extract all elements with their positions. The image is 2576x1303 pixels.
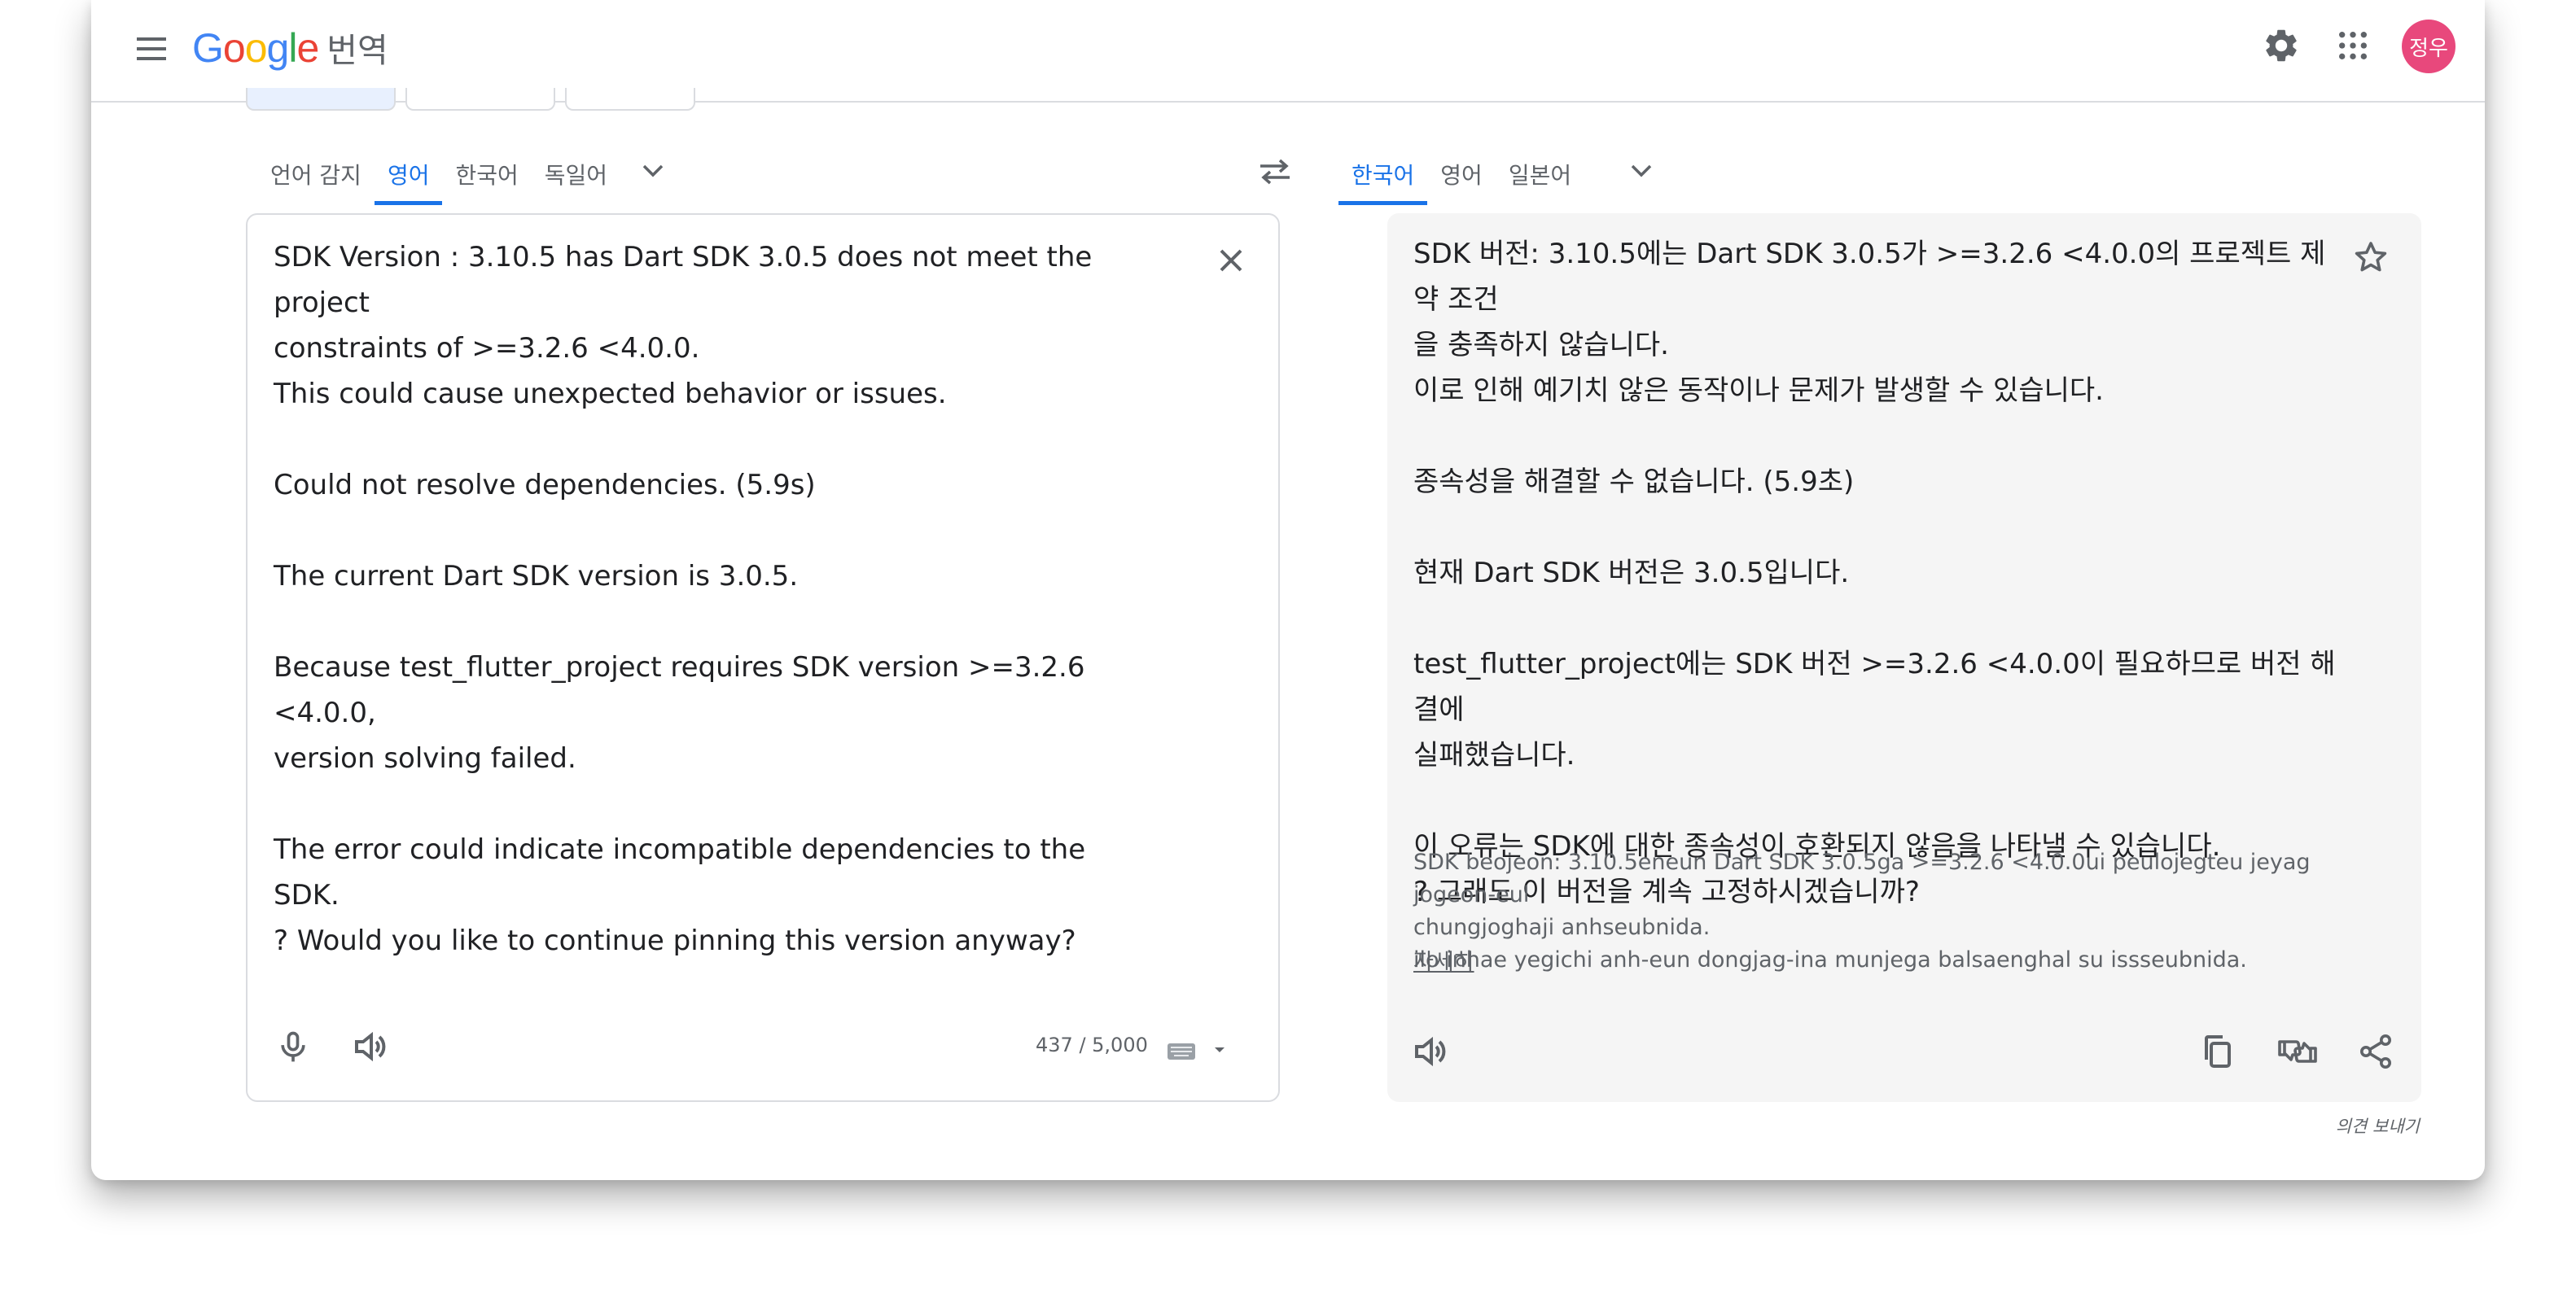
google-logo: Google [192, 25, 319, 71]
tab-source-english[interactable]: 영어 [374, 146, 443, 205]
mode-button-text[interactable] [246, 88, 396, 111]
tab-detect-language[interactable]: 언어 감지 [257, 146, 375, 200]
tab-source-korean[interactable]: 한국어 [442, 146, 531, 200]
character-count: 437 / 5,000 [1036, 1034, 1148, 1056]
tab-source-german[interactable]: 독일어 [532, 146, 620, 200]
keyboard-icon[interactable] [1166, 1037, 1231, 1061]
google-translate-logo[interactable]: Google 번역 [192, 23, 388, 75]
translate-window: Google 번역 정우 언어 감지 영어 한국어 독일어 한국어 영어 일본어… [91, 0, 2485, 1180]
swap-languages-icon[interactable] [1252, 151, 1298, 192]
share-icon[interactable] [2356, 1032, 2395, 1071]
speaker-icon[interactable] [1412, 1032, 1451, 1071]
source-text-panel: SDK Version : 3.10.5 has Dart SDK 3.0.5 … [246, 213, 1280, 1102]
chevron-down-icon[interactable] [1617, 146, 1666, 195]
tab-target-english[interactable]: 영어 [1427, 146, 1496, 200]
copy-icon[interactable] [2198, 1032, 2237, 1071]
star-icon[interactable] [2351, 238, 2390, 277]
mode-button-image[interactable] [405, 88, 555, 111]
translation-text: SDK 버전: 3.10.5에는 Dart SDK 3.0.5가 >=3.2.6… [1413, 238, 2336, 908]
avatar[interactable]: 정우 [2402, 20, 2456, 73]
speaker-icon[interactable] [352, 1029, 391, 1065]
tab-target-japanese[interactable]: 일본어 [1496, 146, 1584, 200]
source-language-bar: 언어 감지 영어 한국어 독일어 [257, 146, 677, 213]
send-feedback-link[interactable]: 의견 보내기 [2257, 1113, 2420, 1138]
romanization-text: SDK beojeon: 3.10.5eneun Dart SDK 3.0.5g… [1413, 850, 2311, 973]
rate-translation-icon[interactable] [2276, 1032, 2317, 1071]
apps-grid-icon[interactable] [2330, 23, 2376, 68]
menu-icon[interactable] [134, 33, 169, 65]
gear-icon[interactable] [2258, 23, 2304, 68]
product-name: 번역 [326, 31, 388, 70]
translation-panel: SDK 버전: 3.10.5에는 Dart SDK 3.0.5가 >=3.2.6… [1387, 213, 2421, 1102]
target-language-bar: 한국어 영어 일본어 [1338, 146, 1666, 213]
source-textarea[interactable]: SDK Version : 3.10.5 has Dart SDK 3.0.5 … [274, 234, 1153, 964]
tab-target-korean[interactable]: 한국어 [1338, 146, 1428, 205]
mode-button-document[interactable] [565, 88, 695, 111]
microphone-icon[interactable] [275, 1029, 311, 1065]
close-icon[interactable] [1213, 243, 1249, 278]
chevron-down-icon[interactable] [629, 146, 677, 195]
more-link[interactable]: 자세히 [1413, 944, 1474, 976]
